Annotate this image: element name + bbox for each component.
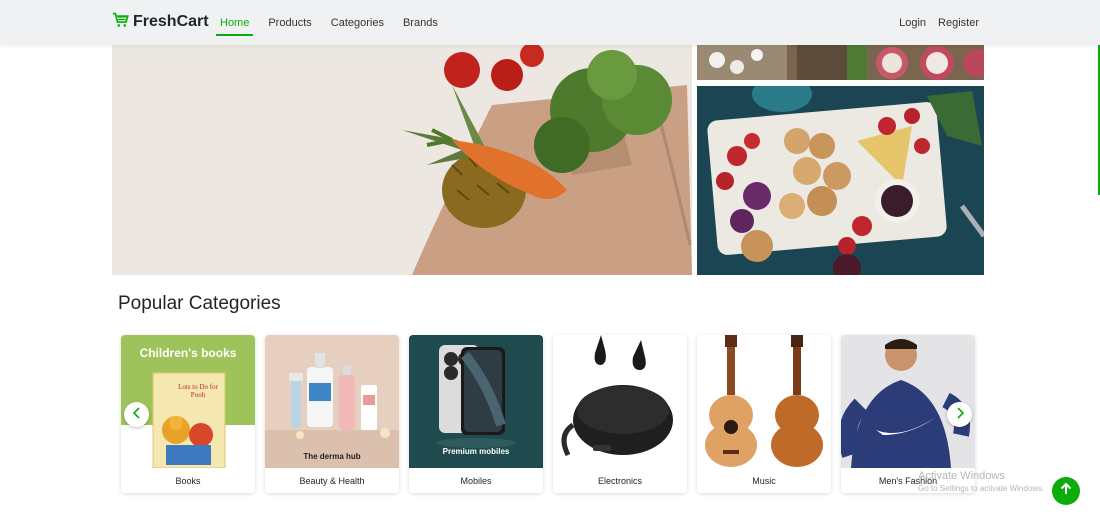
category-image-beauty-health: The derma hub <box>265 335 399 468</box>
arrow-up-icon <box>1059 482 1073 501</box>
scroll-to-top-button[interactable] <box>1052 477 1080 505</box>
register-link[interactable]: Register <box>938 17 979 29</box>
brand-logo[interactable]: FreshCart <box>112 11 209 33</box>
cart-icon <box>112 11 129 33</box>
category-card-music[interactable]: Music <box>697 335 831 493</box>
category-image-mobiles: Premium mobiles <box>409 335 543 468</box>
navbar: FreshCart Home Products Categories Brand… <box>0 0 1100 45</box>
hero-main-image <box>112 45 692 275</box>
main-nav: Home Products Categories Brands <box>216 0 442 45</box>
auth-links: Login Register <box>899 0 979 45</box>
category-overlay-text-beauty-health: The derma hub <box>303 452 361 461</box>
category-card-electronics[interactable]: Electronics <box>553 335 687 493</box>
nav-link-home[interactable]: Home <box>216 13 254 36</box>
nav-link-brands[interactable]: Brands <box>399 13 442 33</box>
slider-prev-button[interactable] <box>124 402 149 427</box>
category-image-books: Children's books Lots to Do for Pooh <box>121 335 255 468</box>
windows-watermark-title: Activate Windows <box>918 470 1005 482</box>
category-label-mobiles: Mobiles <box>460 476 492 486</box>
category-label-books: Books <box>175 476 201 486</box>
category-card-mobiles[interactable]: Premium mobiles Mobiles <box>409 335 543 493</box>
category-overlay-text-mobiles: Premium mobiles <box>442 447 510 456</box>
nav-link-categories[interactable]: Categories <box>327 13 388 33</box>
category-overlay-text-books: Children's books <box>139 346 237 360</box>
category-label-music: Music <box>752 476 776 486</box>
hero-side-image-bottom <box>697 86 984 275</box>
category-label-beauty-health: Beauty & Health <box>299 476 365 486</box>
category-card-beauty-health[interactable]: The derma hub Beauty & Health <box>265 335 399 493</box>
chevron-right-icon <box>955 406 965 423</box>
category-image-electronics <box>553 335 687 468</box>
login-link[interactable]: Login <box>899 17 926 29</box>
category-image-mens-fashion <box>841 335 975 468</box>
brand-name: FreshCart <box>133 13 209 30</box>
category-label-electronics: Electronics <box>597 476 642 486</box>
popular-categories-title: Popular Categories <box>118 293 281 314</box>
nav-link-products[interactable]: Products <box>264 13 315 33</box>
chevron-left-icon <box>132 406 142 423</box>
hero-side-image-top <box>697 45 984 80</box>
slider-next-button[interactable] <box>947 402 972 427</box>
book-cover-title: Lots to Do for Pooh <box>178 383 218 399</box>
category-image-music <box>697 335 831 468</box>
windows-watermark-subtitle: Go to Settings to activate Windows. <box>918 484 1045 493</box>
